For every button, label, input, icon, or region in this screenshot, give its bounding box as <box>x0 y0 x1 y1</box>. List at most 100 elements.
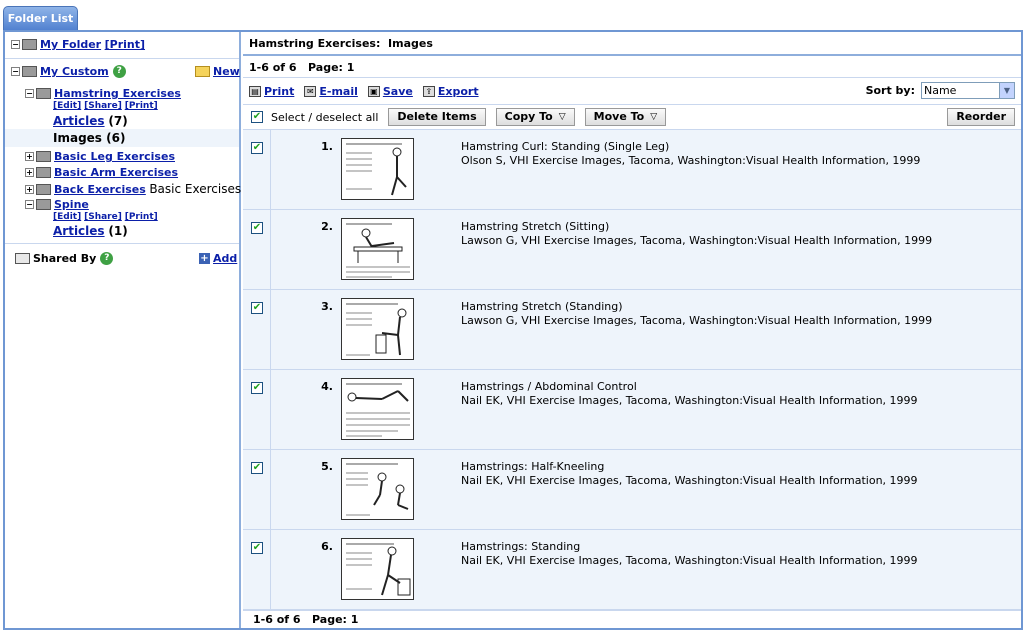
add-icon: + <box>199 253 210 264</box>
hamstring-images[interactable]: Images (6) <box>53 131 125 145</box>
collapse-icon[interactable]: − <box>11 40 20 49</box>
hamstring-articles: Articles (7) <box>53 114 128 128</box>
item-citation: Lawson G, VHI Exercise Images, Tacoma, W… <box>461 234 933 247</box>
save-action[interactable]: ▣ Save <box>367 85 413 98</box>
thumbnail-drawing <box>346 383 410 437</box>
reorder-button[interactable]: Reorder <box>947 108 1015 126</box>
help-icon[interactable]: ? <box>100 252 114 265</box>
item-checkbox[interactable]: ✔ <box>251 542 263 554</box>
item-checkbox[interactable]: ✔ <box>251 382 263 394</box>
item-checkbox[interactable]: ✔ <box>251 462 263 474</box>
folder-icon <box>15 253 30 264</box>
print-action[interactable]: ▤ Print <box>249 85 294 98</box>
list-item: ✔ 2. Hamstring Stretch (Sitting) Lawson … <box>243 210 1021 290</box>
folder-icon <box>36 183 51 195</box>
divider <box>5 58 239 59</box>
folder-icon <box>36 199 51 210</box>
tree-back: + Back Exercises Basic Exercises <box>25 182 241 196</box>
checkbox-cell: ✔ <box>243 290 271 369</box>
spine-link[interactable]: Spine <box>54 198 89 211</box>
hamstring-edit-link[interactable]: [Edit] <box>53 101 81 111</box>
export-action[interactable]: ⇪ Export <box>422 85 479 98</box>
exercise-thumbnail[interactable] <box>341 218 414 280</box>
new-folder-action[interactable]: New <box>195 65 240 78</box>
thumbnail-drawing <box>346 223 410 278</box>
action-bar: ✔ Select / deselect all Delete Items Cop… <box>243 104 1021 130</box>
spine-edit-link[interactable]: [Edit] <box>53 212 81 222</box>
list-item: ✔ 5. Hamstrings: Half-Kneeling Nail EK, … <box>243 450 1021 530</box>
hamstring-actions: [Edit] [Share] [Print] <box>53 101 158 111</box>
save-link[interactable]: Save <box>383 85 413 98</box>
export-icon: ⇪ <box>422 85 435 97</box>
my-folder-print-link[interactable]: [Print] <box>105 38 145 51</box>
expand-icon[interactable]: + <box>25 152 34 161</box>
item-checkbox[interactable]: ✔ <box>251 222 263 234</box>
exercise-thumbnail[interactable] <box>341 138 414 200</box>
back-extra-label: Basic Exercises <box>149 182 242 196</box>
chevron-down-icon[interactable]: ▼ <box>999 83 1014 98</box>
expand-icon[interactable]: + <box>25 168 34 177</box>
tree-basic-leg: + Basic Leg Exercises <box>25 150 175 163</box>
list-item: ✔ 6. Hamstrings: Standing Nail EK, VHI E… <box>243 530 1021 610</box>
delete-items-button[interactable]: Delete Items <box>388 108 486 126</box>
spine-print-link[interactable]: [Print] <box>125 212 158 222</box>
spine-articles-link[interactable]: Articles <box>53 224 105 238</box>
back-link[interactable]: Back Exercises <box>54 183 146 196</box>
move-to-button[interactable]: Move To ▽ <box>584 108 667 126</box>
expand-icon[interactable]: + <box>25 184 34 194</box>
item-number: 1. <box>321 140 333 153</box>
hamstring-share-link[interactable]: [Share] <box>84 101 122 111</box>
new-folder-icon <box>195 66 210 77</box>
item-citation: Nail EK, VHI Exercise Images, Tacoma, Wa… <box>461 394 918 407</box>
shared-by-section: Shared By ? <box>15 252 114 265</box>
exercise-thumbnail[interactable] <box>341 378 414 440</box>
item-checkbox[interactable]: ✔ <box>251 302 263 314</box>
sort-value: Name <box>924 84 957 97</box>
hamstring-print-link[interactable]: [Print] <box>125 101 158 111</box>
tree-spine: − Spine <box>25 198 89 211</box>
my-folder-link[interactable]: My Folder <box>40 38 101 51</box>
email-link[interactable]: E-mail <box>319 85 358 98</box>
exercise-thumbnail[interactable] <box>341 538 414 600</box>
basic-arm-link[interactable]: Basic Arm Exercises <box>54 166 178 179</box>
sidebar: − My Folder [Print] − My Custom ? New − … <box>5 32 241 628</box>
select-all-label: Select / deselect all <box>271 110 379 124</box>
dropdown-arrow-icon: ▽ <box>558 112 566 122</box>
sort-select[interactable]: Name ▼ <box>921 82 1015 99</box>
exercise-thumbnail[interactable] <box>341 458 414 520</box>
item-title: Hamstrings / Abdominal Control <box>461 380 637 393</box>
collapse-icon[interactable]: − <box>25 89 34 98</box>
email-action[interactable]: ✉ E-mail <box>304 85 358 98</box>
main-frame: − My Folder [Print] − My Custom ? New − … <box>3 30 1023 630</box>
checkbox-cell: ✔ <box>243 130 271 209</box>
floppy-icon: ▣ <box>367 85 380 97</box>
my-custom-link[interactable]: My Custom <box>40 65 109 78</box>
collapse-icon[interactable]: − <box>25 200 34 209</box>
hamstring-folder-link[interactable]: Hamstring Exercises <box>54 87 181 100</box>
select-all-checkbox[interactable]: ✔ <box>251 111 263 123</box>
help-icon[interactable]: ? <box>112 65 126 78</box>
export-link[interactable]: Export <box>438 85 479 98</box>
copy-to-button[interactable]: Copy To ▽ <box>495 108 575 126</box>
add-link[interactable]: Add <box>213 252 237 265</box>
item-number: 6. <box>321 540 333 553</box>
basic-leg-link[interactable]: Basic Leg Exercises <box>54 150 175 163</box>
item-number: 4. <box>321 380 333 393</box>
new-folder-link[interactable]: New <box>213 65 240 78</box>
collapse-icon[interactable]: − <box>11 67 20 76</box>
add-shared-action[interactable]: + Add <box>199 252 237 265</box>
checkbox-cell: ✔ <box>243 450 271 529</box>
thumbnail-drawing <box>346 303 407 356</box>
item-title: Hamstring Stretch (Sitting) <box>461 220 610 233</box>
spine-articles: Articles (1) <box>53 224 128 238</box>
exercise-thumbnail[interactable] <box>341 298 414 360</box>
item-checkbox[interactable]: ✔ <box>251 142 263 154</box>
hamstring-articles-link[interactable]: Articles <box>53 114 105 128</box>
folder-icon <box>22 39 37 50</box>
tab-folder-list[interactable]: Folder List <box>3 6 78 31</box>
page-title: Hamstring Exercises: Images <box>243 32 1021 56</box>
spine-articles-count: (1) <box>108 224 128 238</box>
print-link[interactable]: Print <box>264 85 294 98</box>
spine-share-link[interactable]: [Share] <box>84 212 122 222</box>
shared-by-label: Shared By <box>33 252 97 265</box>
